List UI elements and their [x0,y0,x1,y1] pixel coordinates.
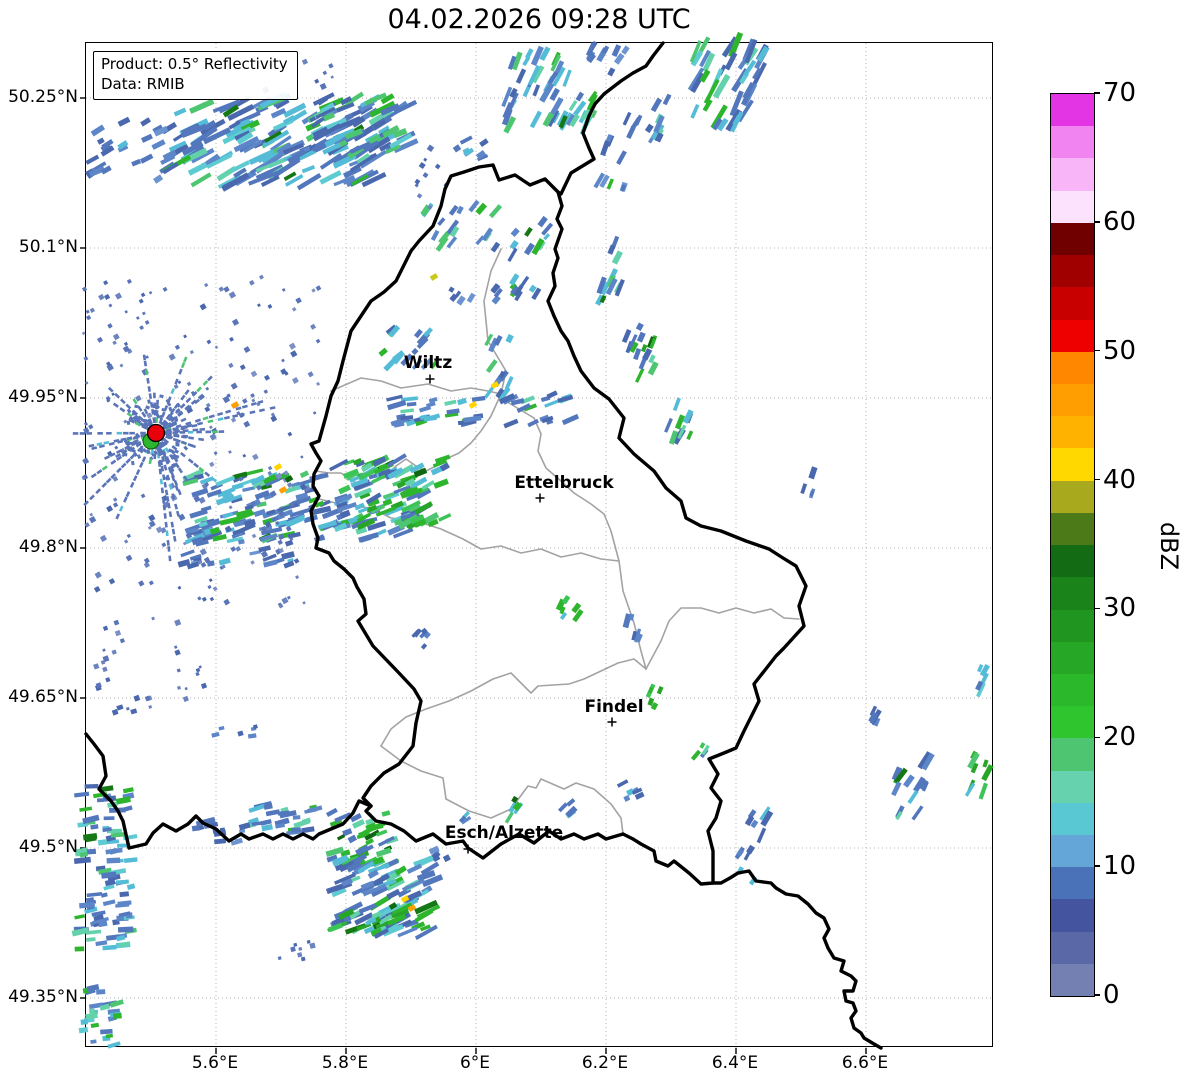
city-marker [607,717,617,727]
colorbar-segment [1051,158,1094,191]
colorbar-segment [1051,190,1094,223]
lat-tick-label: 49.95°N [8,387,78,407]
city-label: Esch/Alzette [445,823,563,843]
colorbar-tick-mark [1094,994,1100,996]
colorbar-unit-label: dBZ [1155,521,1184,571]
colorbar-segment [1051,512,1094,546]
district-borders [315,248,800,835]
strong-echo-cells [230,273,500,912]
colorbar-tick-mark [1094,865,1100,867]
colorbar-segment [1051,126,1094,159]
lat-tick-label: 49.8°N [18,537,78,557]
city-label: Findel [584,697,643,717]
colorbar-segment [1051,835,1094,868]
colorbar-tick-mark [1094,350,1100,352]
lon-tick-label: 6°E [459,1053,491,1073]
grid-lines [86,43,994,1048]
colorbar-segment [1051,963,1094,997]
radar-map-canvas: Wiltz Ettelbruck Findel Esch/Alzette [71,31,994,1054]
figure-title: 04.02.2026 09:28 UTC [387,4,691,35]
lon-tick-label: 6.4°E [711,1053,759,1073]
colorbar-segment [1051,609,1094,642]
colorbar-tick-label: 50 [1103,335,1137,366]
colorbar-segment [1051,706,1094,739]
colorbar-segment [1051,899,1094,932]
lat-tick-label: 50.25°N [8,87,78,107]
colorbar-segment [1051,867,1094,900]
data-source-line: Data: RMIB [101,74,185,93]
radar-figure: 04.02.2026 09:28 UTC Wiltz Ettelbruck Find… [0,0,1184,1081]
colorbar-tick-label: 30 [1103,593,1137,624]
colorbar-tick-label: 40 [1103,464,1137,495]
colorbar-segment [1051,287,1094,320]
lat-tick-label: 50.1°N [18,237,78,257]
colorbar-segment [1051,319,1094,352]
lon-tick-label: 5.8°E [321,1053,369,1073]
colorbar-segment [1051,448,1094,481]
colorbar-tick-mark [1094,221,1100,223]
colorbar-tick-label: 10 [1103,851,1137,882]
colorbar-segment [1051,480,1094,513]
colorbar-segment [1051,351,1094,384]
lon-tick-label: 5.6°E [191,1053,239,1073]
national-borders [84,41,883,1050]
city-marker [425,374,435,384]
colorbar-segment [1051,383,1094,417]
city-label: Wiltz [404,353,453,373]
lon-tick-label: 6.2°E [581,1053,629,1073]
colorbar-segment [1051,255,1094,288]
lat-tick-label: 49.35°N [8,987,78,1007]
colorbar-segment [1051,641,1094,674]
colorbar-bar [1050,93,1095,997]
colorbar-segment [1051,802,1094,836]
colorbar-segment [1051,770,1094,803]
colorbar-tick-mark [1094,607,1100,610]
colorbar-tick-label: 70 [1103,78,1137,108]
colorbar-segment [1051,416,1094,449]
map-plot: Wiltz Ettelbruck Findel Esch/Alzette Produc… [71,31,994,1054]
product-info-box: Product: 0.5° Reflectivity Data: RMIB [93,51,298,100]
product-info-line: Product: 0.5° Reflectivity [101,55,288,73]
axis-tick-marks [80,97,867,1054]
colorbar-segment [1051,738,1094,771]
radar-site-dot [146,423,166,443]
colorbar-segment [1051,94,1094,127]
lat-tick-label: 49.65°N [8,687,78,707]
colorbar-tick-label: 60 [1103,206,1137,237]
city-label: Ettelbruck [514,473,614,493]
colorbar-segment [1051,222,1094,256]
colorbar-tick-label: 20 [1103,722,1137,753]
colorbar-segment [1051,673,1094,707]
colorbar-tick-label: 0 [1103,980,1120,1010]
colorbar-segment [1051,577,1094,610]
colorbar-segment [1051,545,1094,578]
lon-tick-label: 6.6°E [841,1053,889,1073]
colorbar-tick-mark [1094,478,1100,481]
colorbar-tick-mark [1094,736,1100,738]
city-labels: Wiltz Ettelbruck Findel Esch/Alzette [404,353,644,854]
colorbar-segment [1051,931,1094,964]
lat-tick-label: 49.5°N [18,837,78,857]
colorbar-tick-mark [1094,92,1100,94]
city-marker [535,493,545,503]
